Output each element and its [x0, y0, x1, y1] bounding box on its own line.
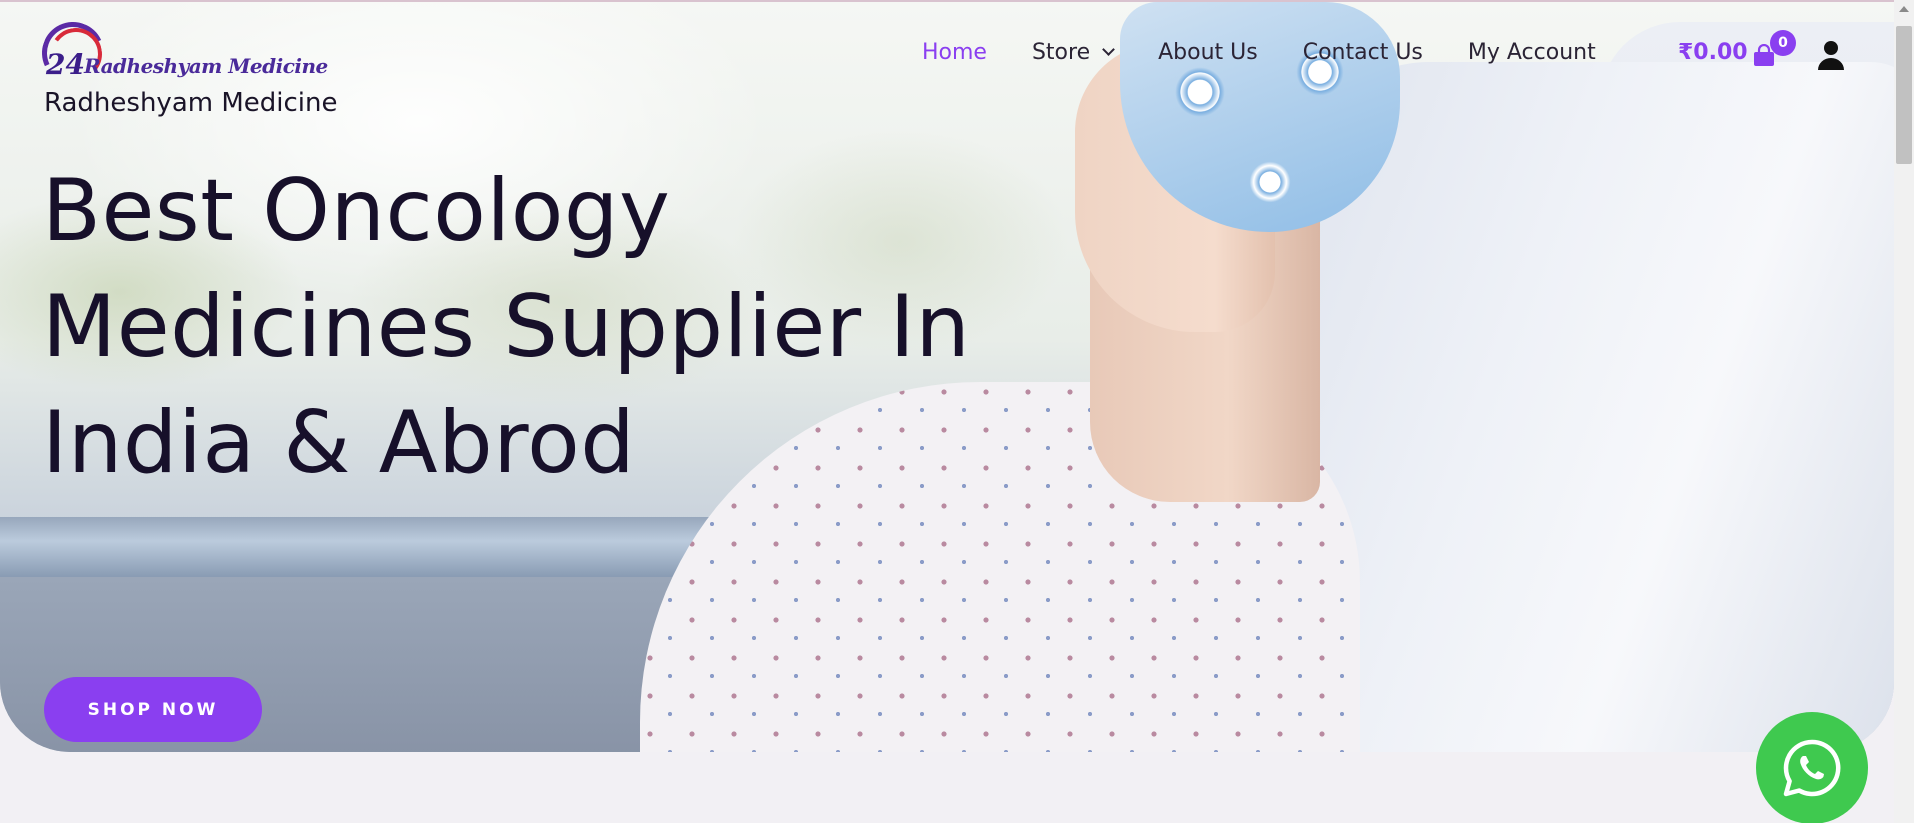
- whatsapp-button[interactable]: [1756, 712, 1868, 823]
- hero-headline: Best Oncology Medicines Supplier In Indi…: [42, 161, 971, 493]
- nav-item-label: Contact Us: [1302, 40, 1423, 65]
- nav-item-label: Home: [922, 40, 987, 65]
- nav-item-label: Store: [1031, 40, 1091, 65]
- logo-script-text: Radheshyam Medicine: [84, 54, 328, 78]
- nav-item-contact-us[interactable]: Contact Us: [1303, 40, 1423, 65]
- nav-item-home[interactable]: Home: [922, 40, 987, 65]
- main-nav: Home Store About Us Contact Us My Accoun…: [922, 40, 1641, 65]
- nav-item-my-account[interactable]: My Account: [1468, 40, 1596, 65]
- whatsapp-icon: [1783, 739, 1841, 797]
- user-icon[interactable]: [1817, 40, 1845, 70]
- scroll-up-arrow-icon[interactable]: [1899, 6, 1909, 12]
- nav-item-label: My Account: [1467, 40, 1596, 65]
- logo-number: 24: [46, 48, 85, 81]
- site-title[interactable]: Radheshyam Medicine: [44, 88, 338, 118]
- cart-count-badge: 0: [1770, 30, 1796, 56]
- scrollbar-thumb[interactable]: [1896, 26, 1912, 164]
- nav-item-about-us[interactable]: About Us: [1158, 40, 1258, 65]
- nav-item-store[interactable]: Store: [1031, 40, 1115, 65]
- site-logo[interactable]: 24 Radheshyam Medicine: [33, 13, 328, 93]
- chevron-down-icon: [1102, 43, 1115, 56]
- nav-item-label: About Us: [1158, 40, 1258, 65]
- shop-now-button[interactable]: SHOP NOW: [44, 677, 262, 742]
- cart-total[interactable]: ₹0.00: [1678, 40, 1748, 65]
